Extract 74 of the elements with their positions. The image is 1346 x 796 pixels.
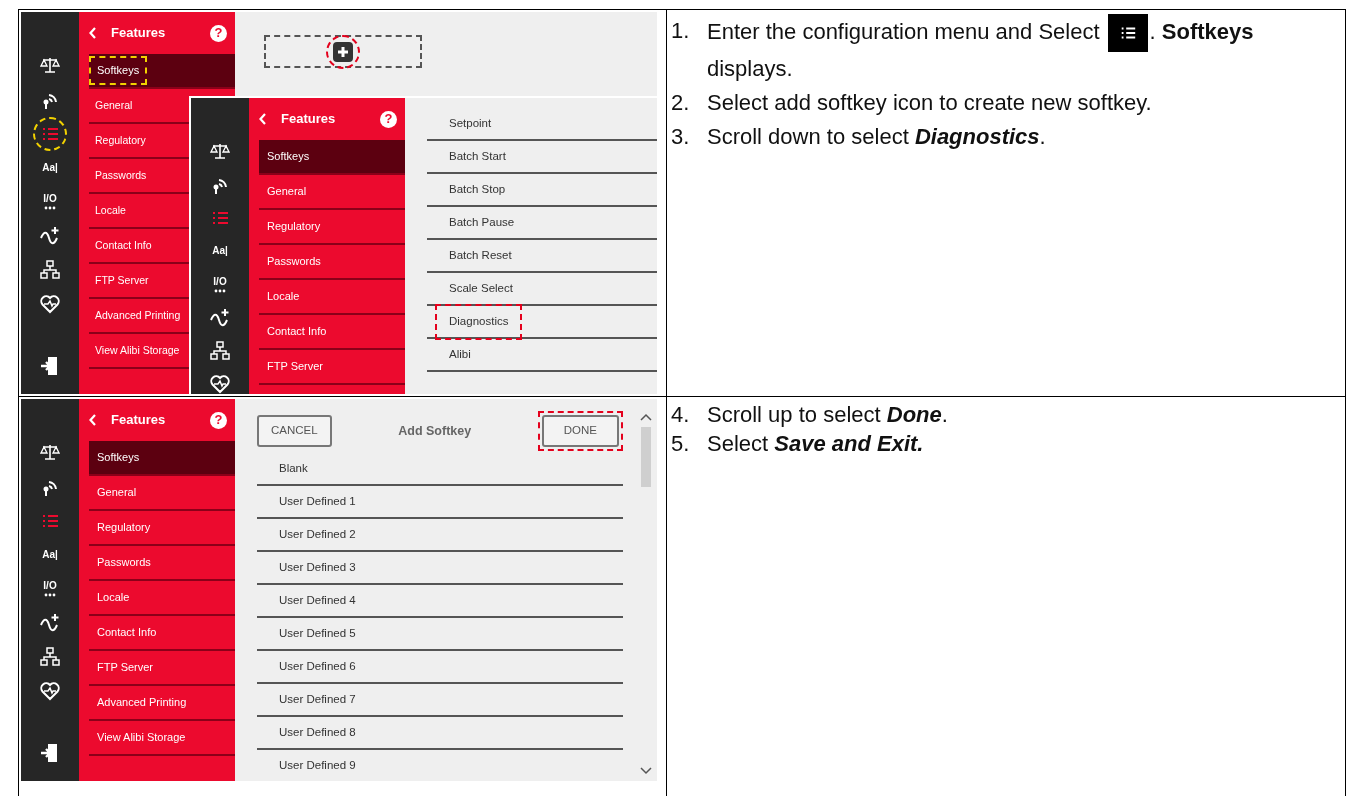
menu-item[interactable]: Passwords bbox=[89, 546, 235, 581]
menu-title: Features bbox=[281, 110, 337, 129]
menu-item[interactable]: General bbox=[259, 175, 405, 210]
help-button[interactable]: ? bbox=[210, 411, 227, 429]
step-text: Enter the configuration menu and Select bbox=[707, 18, 1100, 44]
network-icon[interactable] bbox=[37, 645, 63, 669]
softkey-option[interactable]: Blank bbox=[257, 453, 623, 486]
menu-item[interactable]: Passwords bbox=[259, 245, 405, 280]
softkey-option[interactable]: User Defined 3 bbox=[257, 552, 623, 585]
step-text: Scroll up to select Done. bbox=[707, 402, 948, 427]
scroll-up-icon[interactable] bbox=[640, 413, 652, 421]
cancel-button[interactable]: CANCEL bbox=[257, 415, 332, 447]
heart-icon[interactable] bbox=[37, 679, 63, 703]
text-size-icon[interactable]: Aa| bbox=[207, 239, 233, 263]
menu-item[interactable]: View Alibi Storage bbox=[89, 721, 235, 756]
add-button[interactable] bbox=[333, 41, 353, 62]
menu-item[interactable]: FTP Server bbox=[259, 350, 405, 385]
back-icon[interactable] bbox=[89, 27, 97, 39]
softkey-option[interactable]: Diagnostics bbox=[427, 306, 657, 339]
step-number: 4. bbox=[671, 401, 691, 429]
softkey-option[interactable]: Batch Start bbox=[427, 141, 657, 174]
softkey-option[interactable]: User Defined 8 bbox=[257, 717, 623, 750]
softkey-option[interactable]: User Defined 6 bbox=[257, 651, 623, 684]
softkey-option[interactable]: User Defined 1 bbox=[257, 486, 623, 519]
back-icon[interactable] bbox=[89, 414, 97, 426]
softkey-option[interactable]: Batch Stop bbox=[427, 174, 657, 207]
step-number: 5. bbox=[671, 429, 691, 458]
softkey-option[interactable]: User Defined 4 bbox=[257, 585, 623, 618]
step-text: Scroll down to select Diagnostics. bbox=[707, 124, 1046, 150]
plus-icon bbox=[337, 45, 349, 58]
menu-title: Features bbox=[111, 411, 167, 430]
step-text: Select Save and Exit. bbox=[707, 430, 924, 456]
back-icon[interactable] bbox=[259, 113, 267, 125]
softkey-option[interactable]: Setpoint bbox=[427, 108, 657, 141]
softkey-option[interactable]: User Defined 5 bbox=[257, 618, 623, 651]
menu-item[interactable]: General bbox=[89, 476, 235, 511]
menu-item[interactable]: FTP Server bbox=[89, 651, 235, 686]
softkey-option[interactable]: User Defined 2 bbox=[257, 519, 623, 552]
text-size-icon[interactable]: Aa| bbox=[37, 156, 63, 180]
dialog-title: Add Softkey bbox=[398, 422, 472, 440]
menu-title: Features bbox=[111, 24, 167, 43]
done-button[interactable]: DONE bbox=[541, 415, 619, 447]
menu-item[interactable]: Regulatory bbox=[89, 511, 235, 546]
step-number: 2. bbox=[671, 89, 691, 118]
network-icon[interactable] bbox=[207, 339, 233, 363]
scrollbar-thumb[interactable] bbox=[641, 427, 651, 487]
softkey-option[interactable]: Alibi bbox=[427, 339, 657, 372]
heart-icon[interactable] bbox=[37, 292, 63, 316]
network-icon[interactable] bbox=[37, 258, 63, 282]
menu-item[interactable]: Softkeys bbox=[89, 441, 235, 476]
text-size-icon[interactable]: Aa| bbox=[37, 543, 63, 567]
step-number: 3. bbox=[671, 123, 691, 152]
menu-item[interactable]: Contact Info bbox=[89, 616, 235, 651]
menu-item[interactable]: Softkeys bbox=[89, 54, 235, 89]
heart-icon[interactable] bbox=[207, 372, 233, 394]
softkey-option[interactable]: User Defined 9 bbox=[257, 750, 623, 781]
menu-item[interactable]: Locale bbox=[89, 581, 235, 616]
menu-item[interactable]: Regulatory bbox=[259, 210, 405, 245]
softkey-option[interactable]: Batch Pause bbox=[427, 207, 657, 240]
list-icon[interactable] bbox=[33, 117, 67, 151]
help-button[interactable]: ? bbox=[380, 110, 397, 128]
menu-item[interactable]: Contact Info bbox=[259, 315, 405, 350]
step-text: . Softkeys bbox=[1149, 18, 1254, 44]
step-number: 1. bbox=[671, 17, 691, 45]
softkey-option[interactable]: User Defined 7 bbox=[257, 684, 623, 717]
step-text: displays. bbox=[707, 55, 794, 83]
softkey-option[interactable]: Batch Reset bbox=[427, 240, 657, 273]
softkey-option[interactable]: Scale Select bbox=[427, 273, 657, 306]
menu-item[interactable]: Advanced Printing bbox=[89, 686, 235, 721]
step-text: Select add softkey icon to create new softkey. bbox=[707, 90, 1152, 116]
menu-item[interactable]: Locale bbox=[259, 280, 405, 315]
help-button[interactable]: ? bbox=[210, 24, 227, 42]
menu-item[interactable]: Softkeys bbox=[259, 140, 405, 175]
scroll-down-icon[interactable] bbox=[640, 767, 652, 775]
